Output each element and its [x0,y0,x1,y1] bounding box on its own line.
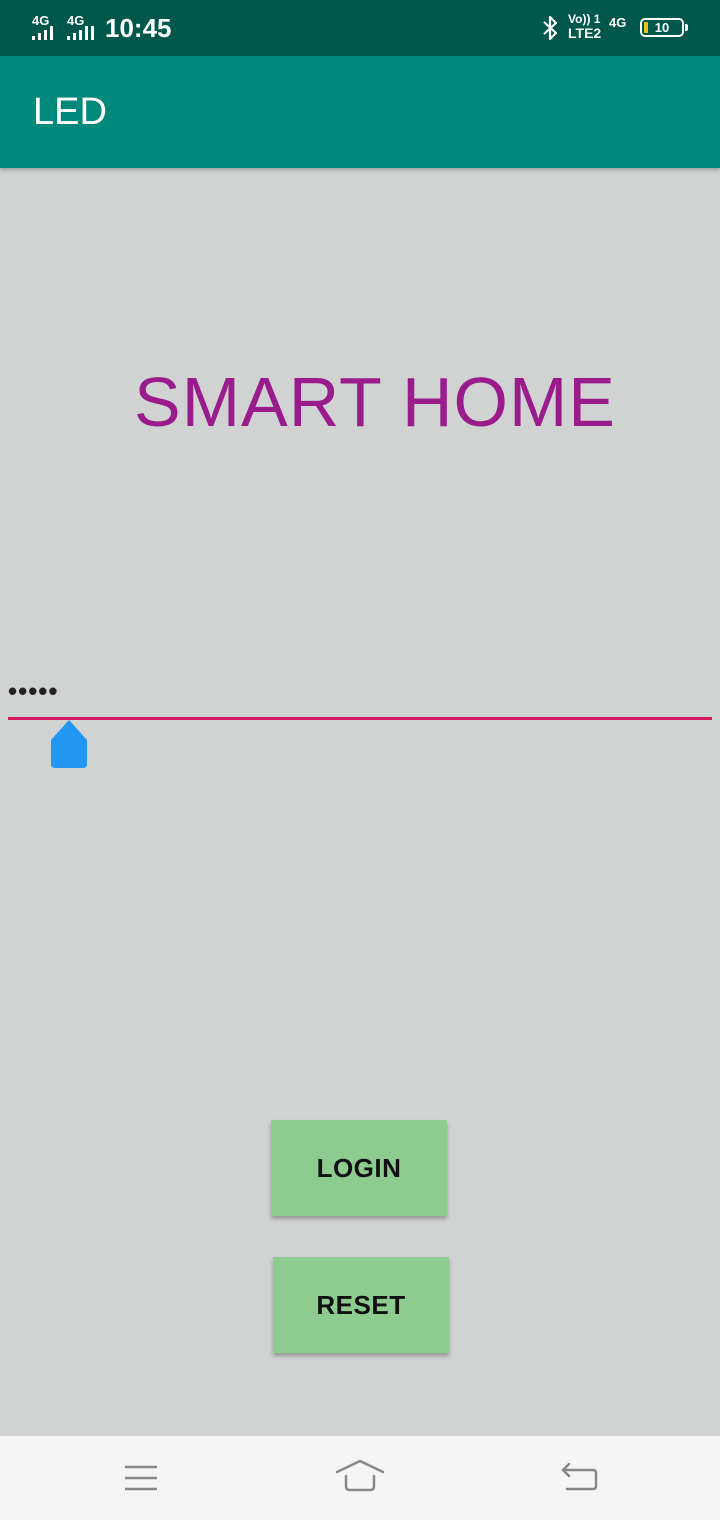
status-bar: 4G 4G 10:45 Vo)) 1 LTE2 4G 10 [0,0,720,56]
volte-indicator: Vo)) 1 LTE2 [568,13,601,41]
page-title: SMART HOME [134,363,616,441]
app-bar: LED [0,56,720,168]
battery-icon: 10 [640,18,688,37]
text-cursor-handle[interactable] [51,720,87,768]
app-title: LED [33,91,107,133]
volte-top-label: Vo)) 1 [568,12,601,26]
navigation-bar [0,1436,720,1520]
signal-icon [32,26,53,40]
clock: 10:45 [105,13,172,43]
back-icon[interactable] [555,1456,605,1500]
bluetooth-icon [543,15,558,41]
password-field[interactable]: ••••• [8,670,712,722]
volte-bottom-label: LTE2 [568,25,602,41]
login-button[interactable]: LOGIN [271,1120,447,1216]
field-underline [8,717,712,720]
menu-icon[interactable] [116,1456,166,1500]
signal-icon [67,26,94,40]
data-network-label: 4G [609,15,627,30]
reset-button[interactable]: RESET [273,1257,449,1353]
battery-percent: 10 [654,20,670,35]
home-icon[interactable] [335,1456,385,1500]
password-value: ••••• [8,676,59,706]
